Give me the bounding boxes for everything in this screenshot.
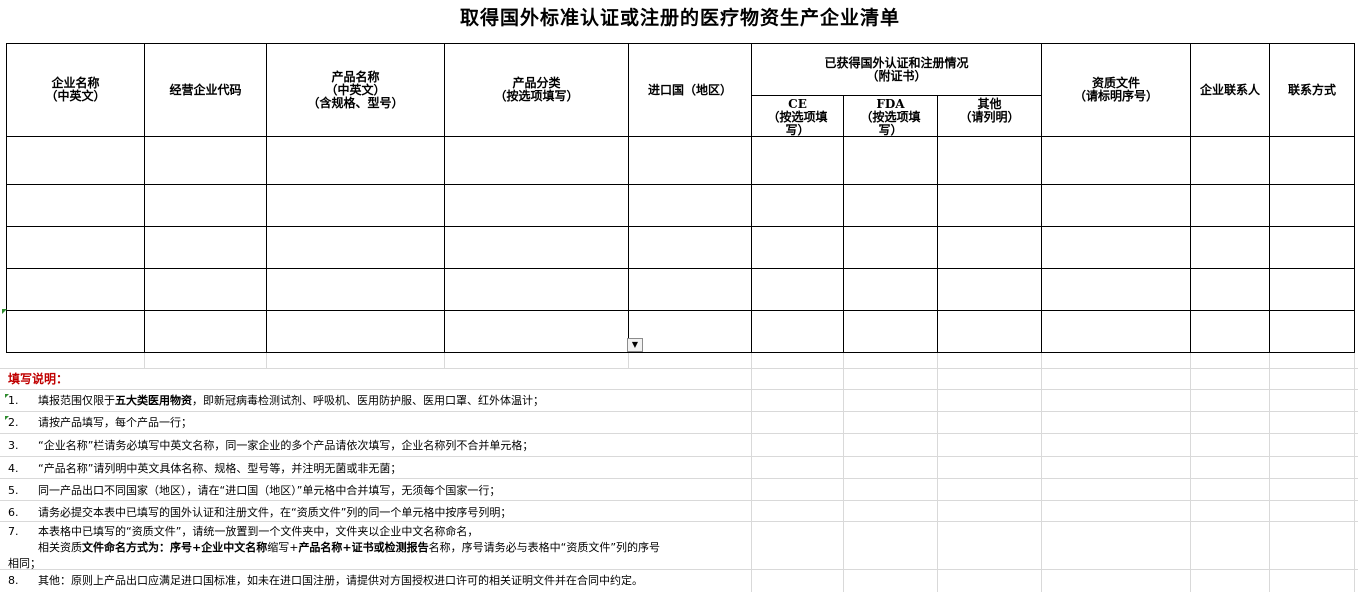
header-company-code[interactable]: 经营企业代码 bbox=[144, 43, 267, 137]
selected-cell-product-category[interactable] bbox=[444, 310, 629, 353]
cell[interactable] bbox=[6, 184, 145, 227]
header-qualification[interactable]: 资质文件 （请标明序号） bbox=[1041, 43, 1192, 137]
cell[interactable] bbox=[444, 136, 629, 185]
enterprise-list-table: 企业名称 （中英文） 经营企业代码 产品名称 （中英文） （含规格、型号） 产品… bbox=[6, 43, 1356, 353]
cell[interactable] bbox=[144, 184, 267, 227]
cell[interactable] bbox=[1269, 310, 1356, 353]
header-company-name[interactable]: 企业名称 （中英文） bbox=[6, 43, 145, 137]
header-other[interactable]: 其他 （请列明） bbox=[936, 95, 1043, 137]
cell[interactable] bbox=[751, 184, 844, 227]
cell[interactable] bbox=[144, 310, 267, 353]
header-contact-method[interactable]: 联系方式 bbox=[1269, 43, 1356, 137]
cell[interactable] bbox=[1190, 268, 1271, 311]
cell[interactable] bbox=[1269, 136, 1356, 185]
cell[interactable] bbox=[628, 310, 752, 353]
cell[interactable] bbox=[936, 136, 1043, 185]
cell[interactable] bbox=[1190, 136, 1271, 185]
category-dropdown-button[interactable]: ▼ bbox=[627, 338, 643, 352]
instruction-item: 7. 本表格中已填写的“资质文件”，请统一放置到一个文件夹中，文件夹以企业中文名称… bbox=[8, 525, 479, 538]
cell[interactable] bbox=[266, 136, 445, 185]
cell[interactable] bbox=[1041, 184, 1192, 227]
instruction-item-continued: 相同； bbox=[8, 557, 41, 570]
table-row bbox=[6, 226, 1356, 269]
cell[interactable] bbox=[266, 268, 445, 311]
cell[interactable] bbox=[843, 136, 938, 185]
instruction-item-continued: 相关资质文件命名方式为：序号+企业中文名称缩写+产品名称+证书或检测报告名称，序… bbox=[38, 541, 661, 554]
cell[interactable] bbox=[628, 136, 752, 185]
cell[interactable] bbox=[628, 268, 752, 311]
cell[interactable] bbox=[6, 310, 145, 353]
cell[interactable] bbox=[936, 184, 1043, 227]
instruction-item: 1. 填报范围仅限于五大类医用物资，即新冠病毒检测试剂、呼吸机、医用防护服、医用口… bbox=[8, 394, 544, 407]
cell[interactable] bbox=[628, 184, 752, 227]
cell[interactable] bbox=[1190, 226, 1271, 269]
cell[interactable] bbox=[751, 310, 844, 353]
instructions-title: 填写说明： bbox=[8, 372, 69, 386]
cell[interactable] bbox=[144, 226, 267, 269]
cell[interactable] bbox=[1041, 310, 1192, 353]
cell[interactable] bbox=[444, 226, 629, 269]
header-ce[interactable]: CE （按选项填 写） bbox=[751, 95, 844, 137]
cell[interactable] bbox=[1041, 268, 1192, 311]
header-product-category[interactable]: 产品分类 （按选项填写） bbox=[444, 43, 629, 137]
cell[interactable] bbox=[936, 268, 1043, 311]
cell[interactable] bbox=[751, 136, 844, 185]
cell[interactable] bbox=[843, 184, 938, 227]
header-cert-group[interactable]: 已获得国外认证和注册情况 （附证书） bbox=[750, 43, 1043, 96]
cell[interactable] bbox=[1041, 136, 1192, 185]
cell[interactable] bbox=[6, 136, 145, 185]
cell[interactable] bbox=[444, 184, 629, 227]
sheet-title: 取得国外标准认证或注册的医疗物资生产企业清单 bbox=[459, 7, 900, 29]
cell[interactable] bbox=[444, 268, 629, 311]
cell[interactable] bbox=[936, 226, 1043, 269]
header-product-name[interactable]: 产品名称 （中英文） （含规格、型号） bbox=[266, 43, 445, 137]
cell[interactable] bbox=[1269, 226, 1356, 269]
instruction-item: 5. 同一产品出口不同国家（地区），请在“进口国（地区）”单元格中合并填写，无须每… bbox=[8, 484, 501, 497]
cell[interactable] bbox=[936, 310, 1043, 353]
cell[interactable] bbox=[843, 268, 938, 311]
cell[interactable] bbox=[1190, 310, 1271, 353]
cell[interactable] bbox=[751, 268, 844, 311]
cell[interactable] bbox=[266, 310, 445, 353]
cell[interactable] bbox=[6, 268, 145, 311]
cell[interactable] bbox=[843, 310, 938, 353]
header-import-country[interactable]: 进口国（地区） bbox=[628, 43, 752, 137]
instruction-item: 2. 请按产品填写，每个产品一行； bbox=[8, 416, 192, 429]
table-row bbox=[6, 184, 1356, 227]
chevron-down-icon: ▼ bbox=[631, 340, 639, 349]
cell[interactable] bbox=[144, 268, 267, 311]
cell[interactable] bbox=[1190, 184, 1271, 227]
cell-comment-marker bbox=[2, 309, 7, 314]
cell[interactable] bbox=[266, 184, 445, 227]
cell[interactable] bbox=[1041, 226, 1192, 269]
header-fda[interactable]: FDA （按选项填 写） bbox=[843, 95, 938, 137]
cell[interactable] bbox=[751, 226, 844, 269]
cell[interactable] bbox=[843, 226, 938, 269]
cell[interactable] bbox=[266, 226, 445, 269]
header-contact-person[interactable]: 企业联系人 bbox=[1190, 43, 1271, 137]
instruction-item: 6. 请务必提交本表中已填写的国外认证和注册文件，在“资质文件”列的同一个单元格中… bbox=[8, 506, 512, 519]
table-row bbox=[6, 310, 1356, 353]
cell[interactable] bbox=[6, 226, 145, 269]
instruction-item: 8. 其他：原则上产品出口应满足进口国标准，如未在进口国注册，请提供对方国授权进口… bbox=[8, 574, 643, 587]
cell[interactable] bbox=[1269, 184, 1356, 227]
instruction-item: 3. “企业名称”栏请务必填写中英文名称，同一家企业的多个产品请依次填写，企业名称… bbox=[8, 439, 534, 452]
cell[interactable] bbox=[144, 136, 267, 185]
cell[interactable] bbox=[1269, 268, 1356, 311]
table-row bbox=[6, 136, 1356, 185]
table-row bbox=[6, 268, 1356, 311]
instruction-item: 4. “产品名称”请列明中英文具体名称、规格、型号等，并注明无菌或非无菌； bbox=[8, 462, 402, 475]
cell[interactable] bbox=[628, 226, 752, 269]
selection-frame bbox=[445, 311, 628, 352]
